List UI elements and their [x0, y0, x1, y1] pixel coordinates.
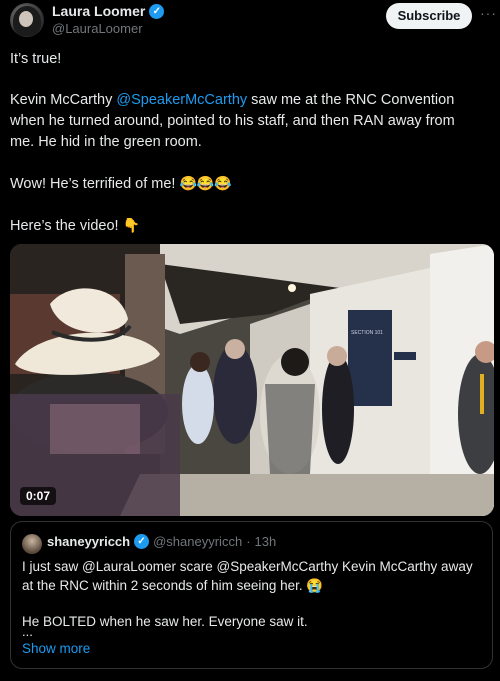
quoted-ellipsis: ...	[22, 624, 33, 639]
tweet-paragraph-1: It’s true!	[10, 51, 62, 67]
tweet-text-part: Kevin McCarthy	[10, 92, 117, 108]
quoted-tweet[interactable]: shaneyyricch ✓ @shaneyyricch · 13h I jus…	[10, 521, 493, 669]
tweet-paragraph-3: Wow! He’s terrified of me! 😂😂😂	[10, 173, 480, 195]
verified-icon: ✓	[134, 534, 150, 549]
subscribe-button[interactable]: Subscribe	[386, 3, 472, 29]
section-sign-text: SECTION 101	[351, 330, 383, 336]
video-frame: SECTION 101	[10, 244, 494, 516]
tweet-text-part: Here’s the video!	[10, 218, 123, 234]
quoted-text-part: I just saw @LauraLoomer scare @SpeakerMc…	[22, 559, 473, 593]
author-name-row: Laura Loomer ✓	[52, 3, 165, 19]
avatar-face	[19, 11, 33, 27]
tweet-paragraph-2: Kevin McCarthy @SpeakerMcCarthy saw me a…	[10, 90, 480, 153]
quoted-timestamp[interactable]: 13h	[255, 534, 277, 549]
quoted-text: I just saw @LauraLoomer scare @SpeakerMc…	[22, 557, 482, 648]
quoted-author-handle[interactable]: @shaneyyricch	[153, 534, 242, 549]
tweet-text: It’s true! Kevin McCarthy @SpeakerMcCart…	[10, 49, 480, 257]
quoted-author-name[interactable]: shaneyyricch	[47, 534, 130, 549]
tweet-paragraph-4: Here’s the video! 👇	[10, 215, 480, 237]
author-handle[interactable]: @LauraLoomer	[52, 21, 143, 36]
video-player[interactable]: SECTION 101 0:07	[10, 244, 494, 516]
section-sign	[348, 310, 392, 406]
video-duration: 0:07	[20, 487, 57, 505]
quoted-paragraph-1: I just saw @LauraLoomer scare @SpeakerMc…	[22, 557, 482, 595]
show-more-link[interactable]: Show more	[22, 641, 90, 656]
verified-icon: ✓	[149, 3, 165, 19]
crying-emoji-icon: 😭	[306, 578, 324, 593]
quoted-author-row: shaneyyricch ✓ @shaneyyricch · 13h	[47, 534, 276, 549]
separator-dot: ·	[246, 534, 251, 549]
laughing-emoji-icon: 😂😂😂	[179, 175, 232, 191]
pointing-down-emoji-icon: 👇	[122, 217, 141, 233]
mention-link[interactable]: @SpeakerMcCarthy	[116, 92, 247, 108]
author-display-name[interactable]: Laura Loomer	[52, 3, 145, 19]
quoted-author-avatar[interactable]	[22, 534, 42, 554]
more-options-icon[interactable]: ···	[480, 5, 497, 21]
quoted-paragraph-2: He BOLTED when he saw her. Everyone saw …	[22, 614, 308, 629]
author-avatar[interactable]	[10, 3, 44, 37]
tweet-text-part: Wow! He’s terrified of me!	[10, 176, 180, 192]
